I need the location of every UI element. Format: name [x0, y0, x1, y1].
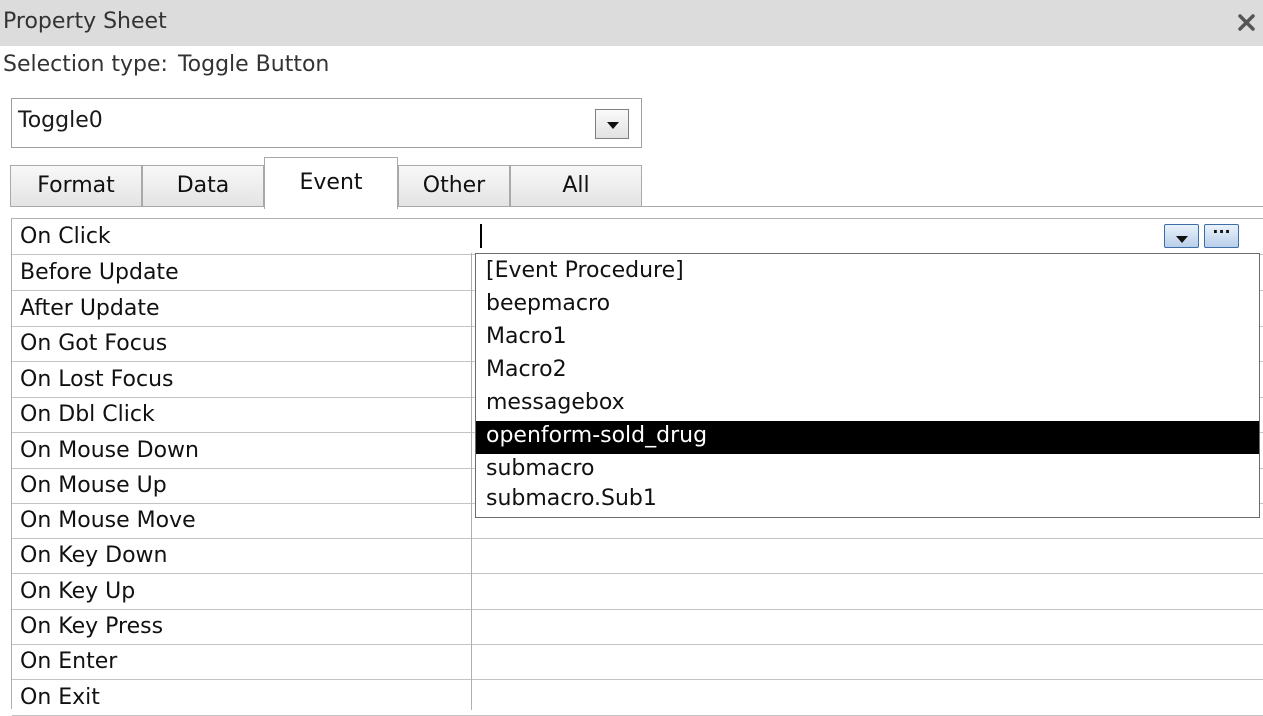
- close-icon[interactable]: [1234, 8, 1260, 34]
- property-label: On Lost Focus: [20, 367, 174, 392]
- chevron-down-icon[interactable]: [1164, 224, 1199, 248]
- dropdown-option-openform-sold-drug[interactable]: openform-sold_drug: [476, 421, 1259, 454]
- property-sheet-title-bar: Property Sheet: [0, 0, 1263, 46]
- property-label: On Got Focus: [20, 331, 168, 356]
- property-label: On Enter: [20, 649, 118, 674]
- property-label: After Update: [20, 296, 160, 321]
- property-label: On Dbl Click: [20, 402, 155, 427]
- selection-type-label: Selection type:: [3, 52, 168, 77]
- tab-label: All: [562, 173, 590, 198]
- property-label: On Key Press: [20, 614, 164, 639]
- dropdown-option-macro2[interactable]: Macro2: [476, 355, 1259, 388]
- tab-strip-divider: [10, 206, 1263, 207]
- object-selector-value: Toggle0: [18, 108, 103, 133]
- grid-column-divider: [471, 219, 472, 710]
- dropdown-option-macro1[interactable]: Macro1: [476, 322, 1259, 355]
- text-caret: [480, 224, 482, 248]
- object-selector-combo[interactable]: Toggle0: [11, 98, 642, 148]
- tab-all[interactable]: All: [510, 165, 642, 207]
- property-label: On Key Up: [20, 579, 136, 604]
- property-row-on-key-press[interactable]: On Key Press: [12, 609, 1263, 645]
- tab-event[interactable]: Event: [264, 157, 398, 209]
- dropdown-option-event-procedure[interactable]: [Event Procedure]: [476, 256, 1259, 289]
- selection-type: Selection type: Toggle Button: [3, 52, 329, 77]
- property-row-on-enter[interactable]: On Enter: [12, 644, 1263, 680]
- property-row-on-exit[interactable]: On Exit: [12, 680, 1263, 716]
- property-row-on-key-up[interactable]: On Key Up: [12, 574, 1263, 610]
- dropdown-option-submacro-sub1[interactable]: submacro.Sub1: [476, 484, 1259, 517]
- tab-data[interactable]: Data: [142, 165, 264, 207]
- tab-label: Other: [422, 173, 486, 198]
- panel-title: Property Sheet: [3, 9, 167, 34]
- dropdown-option-beepmacro[interactable]: beepmacro: [476, 289, 1259, 322]
- property-label: Before Update: [20, 260, 179, 285]
- tab-label: Format: [37, 173, 115, 198]
- selection-type-value: Toggle Button: [177, 52, 330, 77]
- property-row-on-key-down[interactable]: On Key Down: [12, 538, 1263, 574]
- tab-other[interactable]: Other: [398, 165, 510, 207]
- tab-label: Data: [176, 173, 230, 198]
- chevron-down-icon[interactable]: [595, 109, 629, 139]
- on-click-value-input[interactable]: ···: [470, 219, 1262, 253]
- dropdown-option-messagebox[interactable]: messagebox: [476, 388, 1259, 421]
- tab-label: Event: [299, 170, 363, 195]
- macro-dropdown-list[interactable]: [Event Procedure] beepmacro Macro1 Macro…: [475, 253, 1260, 518]
- property-label: On Key Down: [20, 543, 168, 568]
- property-label: On Click: [20, 224, 111, 249]
- property-label: On Mouse Up: [20, 473, 167, 498]
- tab-format[interactable]: Format: [10, 165, 142, 207]
- ellipsis-icon[interactable]: ···: [1204, 224, 1239, 248]
- property-label: On Mouse Down: [20, 438, 199, 463]
- property-label: On Exit: [20, 685, 100, 710]
- property-label: On Mouse Move: [20, 508, 196, 533]
- dropdown-option-submacro[interactable]: submacro: [476, 454, 1259, 487]
